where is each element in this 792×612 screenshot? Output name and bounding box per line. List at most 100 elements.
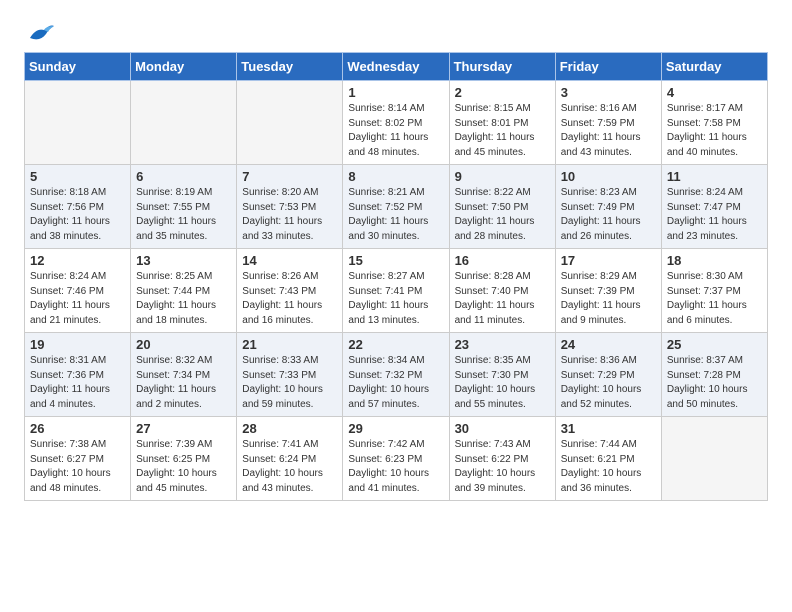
calendar-cell-empty — [237, 81, 343, 165]
calendar-cell-21: 21 Sunrise: 8:33 AMSunset: 7:33 PMDayligh… — [237, 333, 343, 417]
day-info: Sunrise: 8:32 AMSunset: 7:34 PMDaylight:… — [136, 354, 231, 412]
day-number: 30 — [455, 421, 550, 436]
page: SundayMondayTuesdayWednesdayThursdayFrid… — [0, 0, 792, 521]
day-number: 12 — [30, 253, 125, 268]
day-info: Sunrise: 7:44 AMSunset: 6:21 PMDaylight:… — [561, 438, 656, 496]
calendar-cell-27: 27 Sunrise: 7:39 AMSunset: 6:25 PMDayligh… — [131, 417, 237, 501]
day-info: Sunrise: 8:29 AMSunset: 7:39 PMDaylight:… — [561, 270, 656, 328]
calendar-header-monday: Monday — [131, 53, 237, 81]
day-number: 28 — [242, 421, 337, 436]
day-number: 23 — [455, 337, 550, 352]
day-info: Sunrise: 8:30 AMSunset: 7:37 PMDaylight:… — [667, 270, 762, 328]
day-info: Sunrise: 8:33 AMSunset: 7:33 PMDaylight:… — [242, 354, 337, 412]
header — [24, 20, 768, 36]
calendar-week-row-5: 26 Sunrise: 7:38 AMSunset: 6:27 PMDayligh… — [25, 417, 768, 501]
calendar-cell-10: 10 Sunrise: 8:23 AMSunset: 7:49 PMDayligh… — [555, 165, 661, 249]
day-info: Sunrise: 8:24 AMSunset: 7:47 PMDaylight:… — [667, 186, 762, 244]
day-info: Sunrise: 8:25 AMSunset: 7:44 PMDaylight:… — [136, 270, 231, 328]
day-info: Sunrise: 8:14 AMSunset: 8:02 PMDaylight:… — [348, 102, 443, 160]
day-info: Sunrise: 7:38 AMSunset: 6:27 PMDaylight:… — [30, 438, 125, 496]
calendar-header-friday: Friday — [555, 53, 661, 81]
calendar-cell-16: 16 Sunrise: 8:28 AMSunset: 7:40 PMDayligh… — [449, 249, 555, 333]
day-number: 13 — [136, 253, 231, 268]
day-info: Sunrise: 8:37 AMSunset: 7:28 PMDaylight:… — [667, 354, 762, 412]
day-number: 17 — [561, 253, 656, 268]
day-info: Sunrise: 8:15 AMSunset: 8:01 PMDaylight:… — [455, 102, 550, 160]
day-info: Sunrise: 8:22 AMSunset: 7:50 PMDaylight:… — [455, 186, 550, 244]
day-number: 3 — [561, 85, 656, 100]
calendar-cell-13: 13 Sunrise: 8:25 AMSunset: 7:44 PMDayligh… — [131, 249, 237, 333]
day-number: 15 — [348, 253, 443, 268]
calendar-cell-31: 31Sunrise: 7:44 AMSunset: 6:21 PMDayligh… — [555, 417, 661, 501]
day-info: Sunrise: 7:39 AMSunset: 6:25 PMDaylight:… — [136, 438, 231, 496]
day-info: Sunrise: 8:36 AMSunset: 7:29 PMDaylight:… — [561, 354, 656, 412]
day-info: Sunrise: 7:41 AMSunset: 6:24 PMDaylight:… — [242, 438, 337, 496]
calendar-cell-5: 5 Sunrise: 8:18 AMSunset: 7:56 PMDaylight… — [25, 165, 131, 249]
day-info: Sunrise: 8:34 AMSunset: 7:32 PMDaylight:… — [348, 354, 443, 412]
day-number: 11 — [667, 169, 762, 184]
calendar-cell-20: 20Sunrise: 8:32 AMSunset: 7:34 PMDayligh… — [131, 333, 237, 417]
day-number: 29 — [348, 421, 443, 436]
calendar-header-tuesday: Tuesday — [237, 53, 343, 81]
calendar-header-sunday: Sunday — [25, 53, 131, 81]
day-number: 21 — [242, 337, 337, 352]
calendar-header-saturday: Saturday — [661, 53, 767, 81]
logo — [24, 20, 54, 36]
day-info: Sunrise: 8:31 AMSunset: 7:36 PMDaylight:… — [30, 354, 125, 412]
day-info: Sunrise: 8:19 AMSunset: 7:55 PMDaylight:… — [136, 186, 231, 244]
calendar-cell-9: 9Sunrise: 8:22 AMSunset: 7:50 PMDaylight… — [449, 165, 555, 249]
calendar-cell-12: 12 Sunrise: 8:24 AMSunset: 7:46 PMDayligh… — [25, 249, 131, 333]
calendar-cell-18: 18Sunrise: 8:30 AMSunset: 7:37 PMDayligh… — [661, 249, 767, 333]
calendar-cell-empty — [131, 81, 237, 165]
day-info: Sunrise: 8:20 AMSunset: 7:53 PMDaylight:… — [242, 186, 337, 244]
calendar-cell-2: 2 Sunrise: 8:15 AMSunset: 8:01 PMDaylight… — [449, 81, 555, 165]
day-info: Sunrise: 8:23 AMSunset: 7:49 PMDaylight:… — [561, 186, 656, 244]
day-number: 26 — [30, 421, 125, 436]
calendar-cell-25: 25 Sunrise: 8:37 AMSunset: 7:28 PMDayligh… — [661, 333, 767, 417]
day-number: 22 — [348, 337, 443, 352]
day-number: 25 — [667, 337, 762, 352]
calendar-cell-30: 30 Sunrise: 7:43 AMSunset: 6:22 PMDayligh… — [449, 417, 555, 501]
day-number: 1 — [348, 85, 443, 100]
day-number: 16 — [455, 253, 550, 268]
calendar-header-wednesday: Wednesday — [343, 53, 449, 81]
calendar-cell-11: 11 Sunrise: 8:24 AMSunset: 7:47 PMDayligh… — [661, 165, 767, 249]
calendar-cell-23: 23 Sunrise: 8:35 AMSunset: 7:30 PMDayligh… — [449, 333, 555, 417]
calendar-cell-4: 4 Sunrise: 8:17 AMSunset: 7:58 PMDaylight… — [661, 81, 767, 165]
day-number: 4 — [667, 85, 762, 100]
day-number: 2 — [455, 85, 550, 100]
day-info: Sunrise: 8:18 AMSunset: 7:56 PMDaylight:… — [30, 186, 125, 244]
calendar-cell-1: 1 Sunrise: 8:14 AMSunset: 8:02 PMDaylight… — [343, 81, 449, 165]
calendar-cell-28: 28 Sunrise: 7:41 AMSunset: 6:24 PMDayligh… — [237, 417, 343, 501]
day-info: Sunrise: 8:27 AMSunset: 7:41 PMDaylight:… — [348, 270, 443, 328]
day-number: 19 — [30, 337, 125, 352]
calendar-cell-empty — [25, 81, 131, 165]
calendar-cell-19: 19 Sunrise: 8:31 AMSunset: 7:36 PMDayligh… — [25, 333, 131, 417]
calendar-cell-6: 6 Sunrise: 8:19 AMSunset: 7:55 PMDaylight… — [131, 165, 237, 249]
logo-bird-icon — [26, 20, 54, 42]
day-info: Sunrise: 8:24 AMSunset: 7:46 PMDaylight:… — [30, 270, 125, 328]
calendar-cell-29: 29 Sunrise: 7:42 AMSunset: 6:23 PMDayligh… — [343, 417, 449, 501]
calendar-cell-26: 26 Sunrise: 7:38 AMSunset: 6:27 PMDayligh… — [25, 417, 131, 501]
calendar-week-row-3: 12 Sunrise: 8:24 AMSunset: 7:46 PMDayligh… — [25, 249, 768, 333]
calendar-cell-15: 15 Sunrise: 8:27 AMSunset: 7:41 PMDayligh… — [343, 249, 449, 333]
day-number: 27 — [136, 421, 231, 436]
calendar-cell-8: 8 Sunrise: 8:21 AMSunset: 7:52 PMDaylight… — [343, 165, 449, 249]
day-number: 24 — [561, 337, 656, 352]
day-info: Sunrise: 8:17 AMSunset: 7:58 PMDaylight:… — [667, 102, 762, 160]
day-info: Sunrise: 7:42 AMSunset: 6:23 PMDaylight:… — [348, 438, 443, 496]
calendar-cell-7: 7Sunrise: 8:20 AMSunset: 7:53 PMDaylight… — [237, 165, 343, 249]
day-info: Sunrise: 8:16 AMSunset: 7:59 PMDaylight:… — [561, 102, 656, 160]
day-number: 6 — [136, 169, 231, 184]
calendar-cell-24: 24 Sunrise: 8:36 AMSunset: 7:29 PMDayligh… — [555, 333, 661, 417]
day-number: 8 — [348, 169, 443, 184]
calendar-cell-22: 22 Sunrise: 8:34 AMSunset: 7:32 PMDayligh… — [343, 333, 449, 417]
day-number: 10 — [561, 169, 656, 184]
calendar-cell-empty — [661, 417, 767, 501]
calendar-week-row-4: 19 Sunrise: 8:31 AMSunset: 7:36 PMDayligh… — [25, 333, 768, 417]
day-info: Sunrise: 8:21 AMSunset: 7:52 PMDaylight:… — [348, 186, 443, 244]
day-info: Sunrise: 8:28 AMSunset: 7:40 PMDaylight:… — [455, 270, 550, 328]
day-info: Sunrise: 8:35 AMSunset: 7:30 PMDaylight:… — [455, 354, 550, 412]
day-number: 5 — [30, 169, 125, 184]
day-info: Sunrise: 7:43 AMSunset: 6:22 PMDaylight:… — [455, 438, 550, 496]
